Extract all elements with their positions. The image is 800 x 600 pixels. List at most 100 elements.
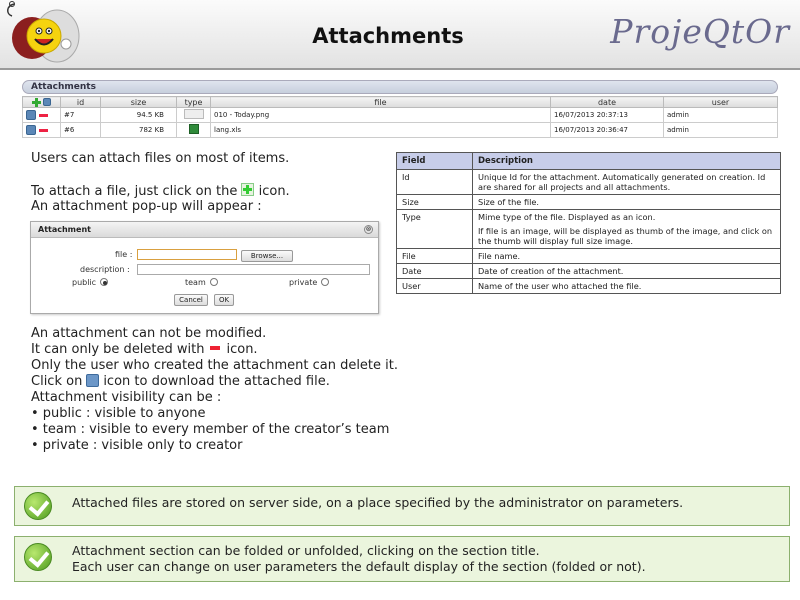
download-icon[interactable] — [26, 125, 36, 135]
cell-id: #6 — [60, 122, 101, 138]
delete-text-a: It can only be deleted with — [31, 342, 205, 357]
cancel-button[interactable]: Cancel — [174, 294, 208, 306]
col-file: file — [210, 96, 551, 108]
visibility-private[interactable]: private — [289, 278, 330, 287]
field-desc: Name of the user who attached the file. — [472, 278, 781, 294]
excel-file-icon — [188, 124, 199, 134]
attach-instruction: To attach a file, just click on the icon… — [31, 183, 290, 200]
table-row: #6 782 KB lang.xls 16/07/2013 20:36:47 a… — [22, 122, 778, 138]
close-icon[interactable]: ⊗ — [364, 225, 373, 234]
section-title[interactable]: Attachments — [22, 80, 778, 94]
cell-file: 010 - Today.png — [210, 107, 551, 123]
attachments-section: Attachments id size type file date user … — [22, 80, 778, 138]
info-folding-line1: Attachment section can be folded or unfo… — [72, 543, 540, 558]
brand-logo-text: ProjeQtOr — [610, 12, 790, 51]
description-label: description : — [80, 265, 130, 274]
image-thumbnail-icon[interactable] — [183, 109, 204, 119]
delete-icon — [210, 346, 221, 350]
browse-button[interactable]: Browse... — [241, 250, 293, 262]
field-name: Size — [396, 194, 473, 210]
field-desc: Size of the file. — [472, 194, 781, 210]
attach-text-b: icon. — [258, 184, 290, 199]
file-label: file : — [115, 250, 133, 259]
popup-title: Attachment — [38, 225, 91, 234]
cell-user: admin — [663, 107, 778, 123]
delete-text-b: icon. — [226, 342, 258, 357]
public-label: public — [72, 278, 97, 287]
cell-size: 782 KB — [100, 122, 177, 138]
table-row: Size Size of the file. — [396, 194, 781, 210]
download-note: Click on icon to download the attached fi… — [31, 374, 330, 390]
add-icon — [241, 183, 255, 196]
table-header-row: id size type file date user — [22, 96, 778, 108]
row-actions — [22, 122, 61, 138]
visibility-team-text: • team : visible to every member of the … — [31, 422, 390, 437]
table-row: #7 94.5 KB 010 - Today.png 16/07/2013 20… — [22, 107, 778, 123]
table-row: Type Mime type of the file. Displayed as… — [396, 209, 781, 249]
field-description-table: Field Description Id Unique Id for the a… — [396, 152, 781, 294]
field-name: File — [396, 248, 473, 264]
header-actions — [22, 96, 61, 108]
popup-intro-text: An attachment pop-up will appear : — [31, 199, 262, 214]
team-radio[interactable] — [209, 278, 218, 286]
field-desc: File name. — [472, 248, 781, 264]
download-all-icon[interactable] — [43, 98, 52, 106]
cell-type — [176, 107, 211, 123]
delete-icon[interactable] — [39, 113, 48, 117]
visibility-team[interactable]: team — [185, 278, 218, 287]
popup-title-bar: Attachment ⊗ — [31, 222, 378, 238]
private-label: private — [289, 278, 318, 287]
download-text-a: Click on — [31, 374, 83, 389]
field-desc: Unique Id for the attachment. Automatica… — [472, 169, 781, 195]
visibility-public[interactable]: public — [72, 278, 109, 287]
public-radio[interactable] — [100, 278, 109, 286]
info-box-storage: Attached files are stored on server side… — [14, 486, 790, 526]
field-desc: Date of creation of the attachment. — [472, 263, 781, 279]
team-label: team — [185, 278, 206, 287]
info-folding-line2: Each user can change on user parameters … — [72, 559, 646, 574]
add-attachment-icon[interactable] — [31, 97, 41, 107]
col-id: id — [60, 96, 101, 108]
table-row: File File name. — [396, 248, 781, 264]
field-name: Id — [396, 169, 473, 195]
download-icon — [86, 374, 100, 387]
cell-type — [176, 122, 211, 138]
delete-icon[interactable] — [39, 128, 48, 132]
field-name: Type — [396, 209, 473, 249]
visibility-intro: Attachment visibility can be : — [31, 390, 222, 405]
col-user: user — [663, 96, 778, 108]
field-name: Date — [396, 263, 473, 279]
header: Attachments ProjeQtOr — [0, 0, 800, 70]
cell-user: admin — [663, 122, 778, 138]
modify-note: An attachment can not be modified. — [31, 326, 267, 341]
cell-date: 16/07/2013 20:37:13 — [550, 107, 664, 123]
visibility-public-text: • public : visible to anyone — [31, 406, 206, 421]
cell-size: 94.5 KB — [100, 107, 177, 123]
field-name: User — [396, 278, 473, 294]
cell-id: #7 — [60, 107, 101, 123]
download-text-b: icon to download the attached file. — [103, 374, 330, 389]
attachment-popup: Attachment ⊗ file : Browse... descriptio… — [30, 221, 379, 314]
header-description: Description — [472, 152, 781, 170]
private-radio[interactable] — [321, 278, 330, 286]
ok-button[interactable]: OK — [214, 294, 234, 306]
attach-text-a: To attach a file, just click on the — [31, 184, 238, 199]
table-row: Date Date of creation of the attachment. — [396, 263, 781, 279]
table-row: Id Unique Id for the attachment. Automat… — [396, 169, 781, 195]
attachments-table: id size type file date user #7 94.5 KB 0… — [22, 96, 778, 138]
checkmark-icon — [24, 543, 52, 571]
owner-note: Only the user who created the attachment… — [31, 358, 398, 373]
visibility-private-text: • private : visible only to creator — [31, 438, 243, 453]
description-input[interactable] — [137, 264, 370, 275]
col-size: size — [100, 96, 177, 108]
delete-note: It can only be deleted with icon. — [31, 342, 258, 358]
cell-date: 16/07/2013 20:36:47 — [550, 122, 664, 138]
file-input[interactable] — [137, 249, 237, 260]
field-desc: Mime type of the file. Displayed as an i… — [478, 212, 656, 222]
info-box-folding: Attachment section can be folded or unfo… — [14, 536, 790, 582]
intro-text: Users can attach files on most of items. — [31, 151, 290, 166]
checkmark-icon — [24, 492, 52, 520]
col-type: type — [176, 96, 211, 108]
cell-file: lang.xls — [210, 122, 551, 138]
download-icon[interactable] — [26, 110, 36, 120]
